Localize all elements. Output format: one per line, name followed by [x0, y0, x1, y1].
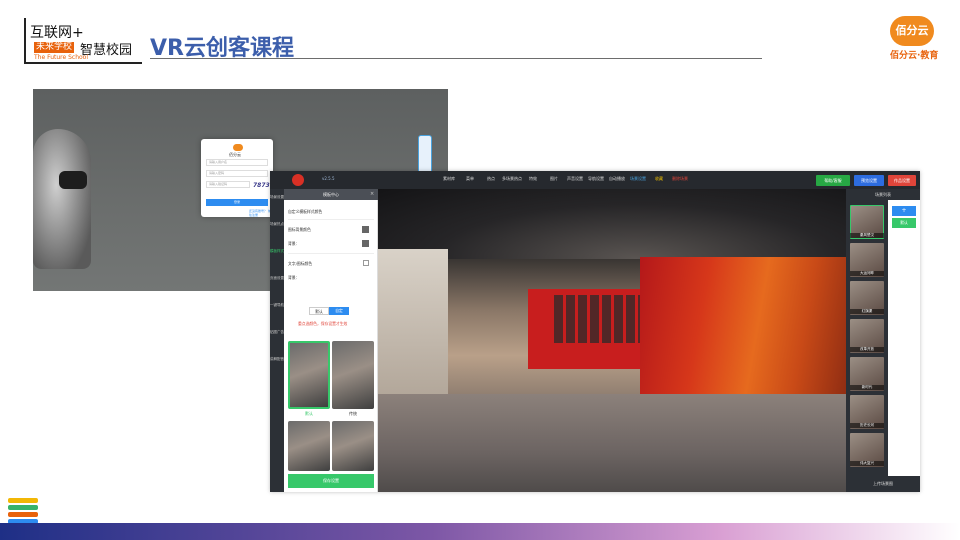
panel-title: 模板中心	[284, 189, 378, 200]
template-thumb[interactable]	[288, 421, 330, 471]
toolbar-item[interactable]: 自动播放	[606, 176, 628, 182]
text-color-checkbox[interactable]	[363, 260, 369, 266]
robot-image	[33, 129, 91, 269]
side-tool-strip[interactable]	[418, 135, 432, 175]
publish-button[interactable]: 作品设置	[888, 175, 916, 186]
template-panel: 模板中心 × 自定义模板样式颜色 图标背景颜色 背景： 文字/图标颜色 背景： …	[284, 189, 378, 492]
scene-list-title: 场景列表	[846, 189, 920, 200]
scene-caption: 红旗渠	[850, 309, 884, 314]
help-button[interactable]: 帮助/客服	[816, 175, 850, 186]
username-field[interactable]: 请输入用户名	[206, 159, 268, 166]
panorama-viewport[interactable]	[378, 189, 846, 492]
bg-color-label: 图标背景颜色	[288, 227, 311, 232]
upload-scene-button[interactable]: 上传场景图	[846, 476, 920, 492]
login-logo-icon	[233, 144, 243, 151]
scene-caption: 伟大复兴	[850, 461, 884, 466]
scene-caption: 历史长河	[850, 423, 884, 428]
brand-logo-icon: 佰分云	[890, 16, 934, 46]
login-button[interactable]: 登录	[206, 199, 268, 206]
toolbar-item[interactable]: 导航设置	[585, 176, 607, 182]
text-color-label: 文字/图标颜色	[288, 261, 313, 266]
floor	[378, 394, 846, 492]
nav-item[interactable]: 页面设置	[270, 276, 284, 281]
seg-custom[interactable]: 自定	[329, 307, 349, 315]
template-thumb[interactable]	[332, 421, 374, 471]
add-scene-button[interactable]: +	[892, 206, 916, 216]
toolbar-item[interactable]: 菜单	[459, 176, 481, 182]
scene-list: 秦风楚汉 大运河畔 红旗渠 改革开放 新时代 历史长河 伟大复兴	[846, 200, 888, 476]
password-field[interactable]: 请输入密码	[206, 170, 268, 177]
template-thumb-default[interactable]	[288, 341, 330, 409]
close-icon[interactable]: ×	[370, 191, 374, 197]
scene-caption: 秦风楚汉	[850, 233, 884, 238]
editor-toolbar: v2.5.5 素材库 菜单 热点 多场景热点 特效 图片 声音设置 导航设置 自…	[270, 171, 920, 189]
toolbar-item[interactable]: 热点	[480, 176, 502, 182]
thumb-caption: 默认	[305, 411, 313, 416]
template-thumb-classic[interactable]	[332, 341, 374, 409]
editor-version: v2.5.5	[322, 176, 335, 181]
preview-button[interactable]: 预览设置	[854, 175, 884, 186]
toolbar-item[interactable]: 特效	[522, 176, 544, 182]
toolbar-item[interactable]: 声音设置	[564, 176, 586, 182]
scene-list-panel: 场景列表 秦风楚汉 大运河畔 红旗渠 改革开放 新时代 历史长河 伟大复兴 + …	[846, 189, 920, 492]
save-button[interactable]: 保存设置	[288, 474, 374, 488]
scene-caption: 改革开放	[850, 347, 884, 352]
books-icon-layer	[8, 505, 38, 510]
seg-default[interactable]: 默认	[309, 307, 329, 315]
divider	[288, 253, 374, 254]
divider	[288, 219, 374, 220]
nav-item[interactable]: 贴图广告	[270, 330, 284, 335]
nav-item[interactable]: 场景热点	[270, 222, 284, 227]
captcha-field[interactable]: 请输入验证码	[206, 181, 250, 188]
portrait-wall	[554, 295, 650, 343]
logo-line3: The Future School	[34, 54, 88, 61]
login-brand: 佰分云	[229, 152, 241, 157]
footer-gradient-bar	[0, 523, 960, 540]
ceiling	[378, 189, 846, 259]
vr-headset	[59, 171, 87, 189]
bg-color-swatch[interactable]	[362, 226, 369, 233]
text-color-value: 背景：	[288, 275, 300, 280]
editor-logo-icon	[292, 174, 304, 186]
thumb-caption: 传统	[349, 411, 357, 416]
nav-item-active[interactable]: 模板样式	[270, 249, 284, 254]
scene-caption: 大运河畔	[850, 271, 884, 276]
books-icon-layer	[8, 512, 38, 517]
vr-editor-screenshot: v2.5.5 素材库 菜单 热点 多场景热点 特效 图片 声音设置 导航设置 自…	[270, 171, 920, 492]
title-divider	[150, 58, 762, 59]
nav-item[interactable]: 讲解配音	[270, 357, 284, 362]
bg-color-swatch-2[interactable]	[362, 240, 369, 247]
left-nav: 场景设置 场景热点 模板样式 页面设置 一键导航 贴图广告 讲解配音	[270, 189, 284, 492]
nav-item[interactable]: 一键导航	[270, 303, 284, 308]
toolbar-item[interactable]: 删除场景	[669, 176, 691, 182]
toolbar-item[interactable]: 收藏	[648, 176, 670, 182]
toolbar-item[interactable]: 图片	[543, 176, 565, 182]
section-label: 自定义模板样式颜色	[288, 209, 323, 214]
hint-text: 重点选颜色，保存设置才生效	[298, 321, 348, 326]
default-scene-button[interactable]: 默认	[892, 218, 916, 228]
brand-text: 佰分云·教育	[890, 51, 939, 61]
toolbar-item[interactable]: 多场景热点	[501, 176, 523, 182]
logo-badge: 未来学校	[34, 42, 75, 53]
bg-color-value: 背景：	[288, 241, 300, 246]
login-card: 佰分云 请输入用户名 请输入密码 请输入验证码 7873 登录 还没有账号？ 前…	[201, 139, 273, 217]
books-icon	[8, 498, 38, 503]
logo-line1: 互联网+	[30, 25, 84, 41]
toolbar-item-active[interactable]: 场景设置	[627, 176, 649, 182]
captcha-image[interactable]: 7873	[253, 182, 270, 189]
toolbar-item[interactable]: 素材库	[438, 176, 460, 182]
nav-item[interactable]: 场景设置	[270, 195, 284, 200]
scene-caption: 新时代	[850, 385, 884, 390]
